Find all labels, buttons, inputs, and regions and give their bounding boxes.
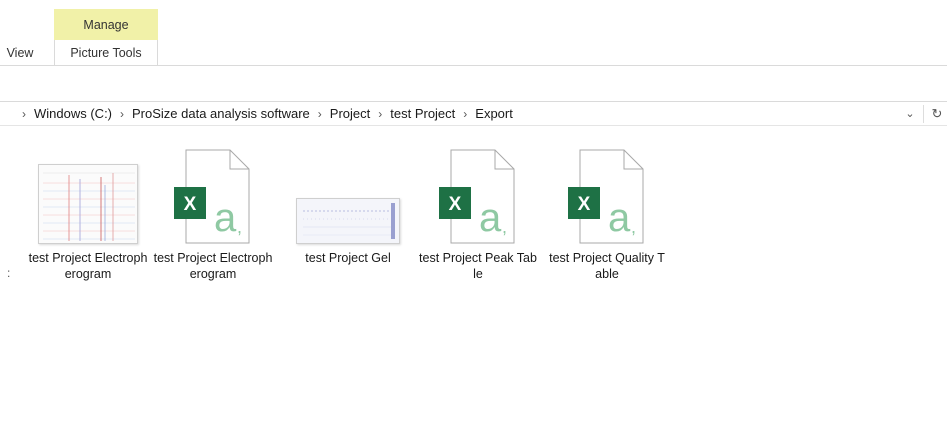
breadcrumb-project[interactable]: Project [330, 106, 370, 121]
breadcrumb: › Windows (C:) › ProSize data analysis s… [0, 106, 897, 121]
svg-text:X: X [578, 194, 591, 215]
address-divider [923, 104, 924, 123]
breadcrumb-prosize[interactable]: ProSize data analysis software [132, 106, 310, 121]
image-thumbnail-icon [38, 164, 138, 244]
svg-text:,: , [237, 217, 242, 237]
breadcrumb-windows-c[interactable]: Windows (C:) [34, 106, 112, 121]
svg-text:X: X [184, 194, 197, 215]
breadcrumb-separator-icon[interactable]: › [378, 107, 382, 121]
file-item[interactable]: X a , test Project Peak Table [418, 140, 538, 282]
breadcrumb-export[interactable]: Export [475, 106, 513, 121]
file-name: test Project Electropherogram [28, 251, 148, 281]
file-list: test Project Electropherogram X a , test… [0, 140, 947, 340]
svg-text:,: , [631, 217, 636, 237]
file-item[interactable]: test Project Gel [288, 140, 408, 266]
file-thumbnail: X a , [418, 140, 538, 248]
breadcrumb-separator-icon[interactable]: › [463, 107, 467, 121]
file-item[interactable]: X a , test Project Electropherogram [153, 140, 273, 282]
file-item[interactable]: test Project Electropherogram [28, 140, 148, 282]
svg-text:a: a [479, 196, 502, 240]
file-name: test Project Quality Table [549, 251, 665, 281]
svg-text:a: a [214, 196, 237, 240]
breadcrumb-test-project[interactable]: test Project [390, 106, 455, 121]
excel-file-icon: X a , [174, 149, 250, 244]
svg-text:a: a [608, 196, 631, 240]
file-thumbnail [288, 140, 408, 248]
file-thumbnail: X a , [153, 140, 273, 248]
svg-text:,: , [502, 217, 507, 237]
excel-file-icon: X a , [439, 149, 515, 244]
file-item[interactable]: X a , test Project Quality Table [547, 140, 667, 282]
address-tools: ⌄ ↻ [897, 104, 947, 123]
file-thumbnail: X a , [547, 140, 667, 248]
file-thumbnail [28, 140, 148, 248]
excel-file-icon: X a , [568, 149, 644, 244]
breadcrumb-separator-icon[interactable]: › [22, 107, 26, 121]
history-dropdown-icon[interactable]: ⌄ [900, 107, 920, 120]
file-name: test Project Gel [305, 251, 391, 265]
ribbon-divider [0, 65, 947, 66]
tab-view[interactable]: View [0, 40, 40, 66]
tab-picture-tools[interactable]: Picture Tools [54, 40, 158, 66]
breadcrumb-separator-icon[interactable]: › [318, 107, 322, 121]
breadcrumb-separator-icon[interactable]: › [120, 107, 124, 121]
manage-contextual-label[interactable]: Manage [54, 9, 158, 40]
svg-text:X: X [449, 194, 462, 215]
address-bar[interactable]: › Windows (C:) › ProSize data analysis s… [0, 101, 947, 126]
file-name: test Project Electropherogram [153, 251, 273, 281]
ribbon: Manage View Picture Tools [0, 0, 947, 66]
image-thumbnail-icon [296, 198, 400, 244]
refresh-icon[interactable]: ↻ [927, 106, 947, 122]
file-name: test Project Peak Table [419, 251, 537, 281]
